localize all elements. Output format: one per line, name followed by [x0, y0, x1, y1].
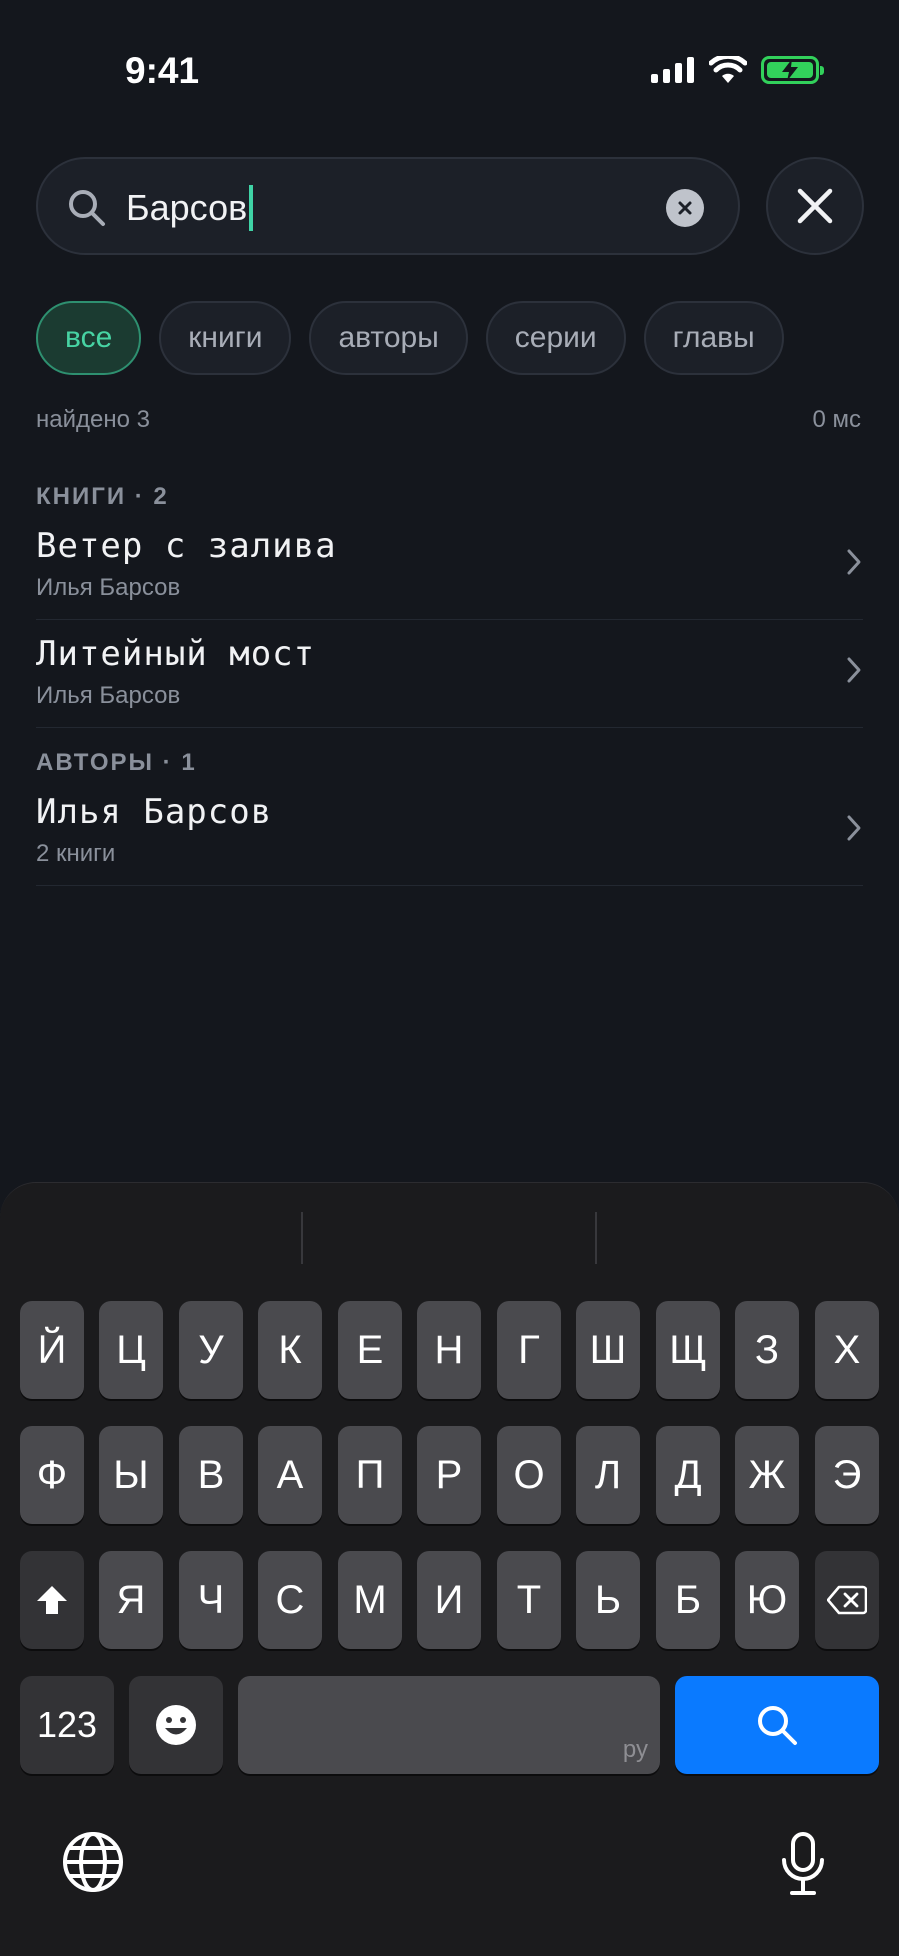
delete-key[interactable] [815, 1551, 879, 1649]
result-row-author[interactable]: Илья Барсов 2 книги [36, 792, 863, 886]
space-key[interactable]: ру [238, 1676, 660, 1774]
status-time: 9:41 [125, 50, 200, 91]
key[interactable]: Ф [20, 1426, 84, 1524]
result-title: Литейный мост [36, 634, 316, 674]
key[interactable]: Х [815, 1301, 879, 1399]
numbers-key[interactable]: 123 [20, 1676, 114, 1774]
filter-chip-books[interactable]: книги [159, 301, 292, 375]
result-title: Ветер с залива [36, 526, 337, 566]
key[interactable]: А [258, 1426, 322, 1524]
key[interactable]: Ж [735, 1426, 799, 1524]
key[interactable]: Д [656, 1426, 720, 1524]
globe-button[interactable] [62, 1831, 124, 1898]
status-bar: 9:41 [0, 0, 899, 120]
search-query: Барсов [126, 187, 248, 228]
key[interactable]: С [258, 1551, 322, 1649]
search-key[interactable] [675, 1676, 879, 1774]
key[interactable]: У [179, 1301, 243, 1399]
filter-chip-all[interactable]: все [36, 301, 142, 375]
key[interactable]: Т [497, 1551, 561, 1649]
emoji-icon [156, 1705, 196, 1745]
space-language-label: ру [622, 1736, 648, 1763]
suggestion-divider [301, 1212, 303, 1264]
section-header-books: КНИГИ · 2 [36, 483, 169, 510]
key[interactable]: Ц [99, 1301, 163, 1399]
search-icon [69, 190, 105, 226]
clear-icon [678, 201, 692, 215]
section-header-authors: АВТОРЫ · 1 [36, 749, 197, 776]
key[interactable]: М [338, 1551, 402, 1649]
clear-search-button[interactable] [666, 189, 704, 227]
key[interactable]: Ч [179, 1551, 243, 1649]
result-row-book[interactable]: Литейный мост Илья Барсов [36, 634, 863, 728]
wifi-icon [709, 56, 747, 83]
text-caret [249, 185, 254, 231]
battery-icon [761, 56, 824, 84]
search-input[interactable]: Барсов [126, 185, 254, 231]
result-subtitle: Илья Барсов [36, 682, 181, 709]
key[interactable]: Ы [99, 1426, 163, 1524]
key[interactable]: К [258, 1301, 322, 1399]
filter-chip-chapters[interactable]: главы [643, 301, 784, 375]
key[interactable]: В [179, 1426, 243, 1524]
key[interactable]: И [417, 1551, 481, 1649]
result-row-book[interactable]: Ветер с залива Илья Барсов [36, 526, 863, 620]
filter-chip-series[interactable]: серии [485, 301, 626, 375]
result-subtitle: Илья Барсов [36, 574, 181, 601]
key[interactable]: Й [20, 1301, 84, 1399]
key[interactable]: Б [656, 1551, 720, 1649]
delete-icon [827, 1585, 867, 1615]
key[interactable]: Ь [576, 1551, 640, 1649]
key[interactable]: Л [576, 1426, 640, 1524]
key[interactable]: Р [417, 1426, 481, 1524]
chevron-right-icon [847, 815, 861, 841]
key[interactable]: Ш [576, 1301, 640, 1399]
keyboard: Й Ц У К Е Н Г Ш Щ З Х Ф Ы В А П Р О Л Д … [0, 1182, 899, 1956]
chevron-right-icon [847, 657, 861, 683]
filter-chip-authors[interactable]: авторы [309, 301, 468, 375]
key[interactable]: Н [417, 1301, 481, 1399]
filter-chips: все книги авторы серии главы [36, 301, 784, 375]
globe-icon [63, 1832, 123, 1892]
shift-key[interactable] [20, 1551, 84, 1649]
key[interactable]: Г [497, 1301, 561, 1399]
key[interactable]: Ю [735, 1551, 799, 1649]
result-subtitle: 2 книги [36, 840, 116, 867]
search-field[interactable]: Барсов [36, 157, 740, 255]
key[interactable]: З [735, 1301, 799, 1399]
key[interactable]: Я [99, 1551, 163, 1649]
close-icon [797, 188, 833, 224]
search-icon [758, 1706, 797, 1745]
chevron-right-icon [847, 549, 861, 575]
close-search-button[interactable] [766, 157, 864, 255]
shift-icon [37, 1586, 67, 1614]
key[interactable]: О [497, 1426, 561, 1524]
key[interactable]: Е [338, 1301, 402, 1399]
search-duration: 0 мс [812, 406, 861, 433]
cellular-signal-icon [651, 57, 694, 83]
status-icons [651, 56, 824, 84]
key[interactable]: Э [815, 1426, 879, 1524]
microphone-icon [782, 1832, 824, 1895]
results-count: найдено 3 [36, 406, 150, 433]
suggestion-divider [595, 1212, 597, 1264]
key[interactable]: Щ [656, 1301, 720, 1399]
emoji-key[interactable] [129, 1676, 223, 1774]
microphone-button[interactable] [780, 1832, 826, 1901]
result-title: Илья Барсов [36, 792, 273, 832]
key[interactable]: П [338, 1426, 402, 1524]
